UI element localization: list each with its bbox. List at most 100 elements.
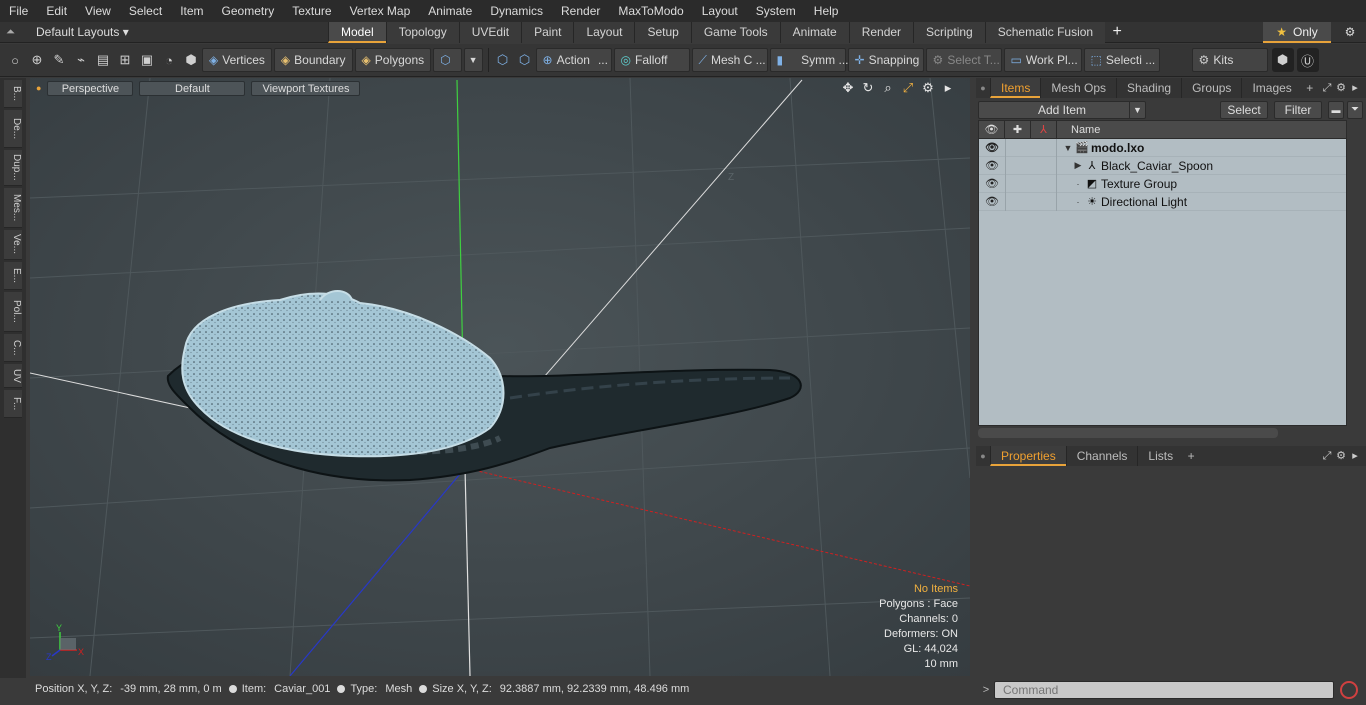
symmetry-shield-icon[interactable]: ⬡ [492,48,514,72]
bounding-icon[interactable]: ▣ [136,48,158,72]
expand-icon[interactable]: ⤢ [1320,78,1334,98]
view-mode-button[interactable]: Perspective [47,80,134,96]
viewport-menu-icon[interactable]: ▸ [938,80,958,96]
left-strip-tab-5[interactable]: E... [4,262,22,290]
tab-shading[interactable]: Shading [1116,78,1181,98]
tab-paint[interactable]: Paint [521,21,574,43]
menu-view[interactable]: View [76,0,120,22]
tab-scripting[interactable]: Scripting [913,21,985,43]
menu-animate[interactable]: Animate [419,0,481,22]
vertices-button[interactable]: ◈ Vertices [202,48,272,72]
layout-selector[interactable]: ⏶ Default Layouts ▾ [0,22,328,43]
expand-toggle-icon[interactable]: ▼ [1061,143,1075,153]
record-icon[interactable] [1340,681,1358,699]
items-menu-icon[interactable]: ▸ [1348,78,1362,98]
unity-icon[interactable]: ⬢ [1271,48,1294,72]
left-strip-tab-1[interactable]: De... [4,110,22,148]
left-strip-tab-9[interactable]: F... [4,390,22,418]
expand-toggle-icon[interactable]: ▶ [1071,160,1085,171]
visibility-eye-icon[interactable]: 👁 [979,195,1005,208]
tab-animate[interactable]: Animate [779,21,849,43]
select-through-button[interactable]: ⚙ Select T... [925,48,1002,72]
selection-sets-button[interactable]: ⬚ Selecti ... [1083,48,1160,72]
viewport-textures-button[interactable]: Viewport Textures [251,80,361,96]
tree-row[interactable]: 👁 ▶ ⅄ Black_Caviar_Spoon [979,156,1346,175]
action-center-button[interactable]: ⊕ Action... [535,48,612,72]
snapping-button[interactable]: ✛ Snapping [847,48,924,72]
gear-icon[interactable]: ⚙ [1338,22,1362,43]
left-strip-tab-3[interactable]: Mes... [4,188,22,228]
item-mode-button[interactable]: ⬡ [433,48,462,72]
menu-render[interactable]: Render [552,0,609,22]
menu-item[interactable]: Item [171,0,212,22]
tab-model[interactable]: Model [328,21,386,43]
brush-icon[interactable]: ⌁ [70,48,92,72]
add-item-button[interactable]: Add Item ▼ [978,101,1146,119]
select-button[interactable]: Select [1220,101,1268,119]
name-column-header[interactable]: Name [1057,124,1100,136]
tree-scrollbar[interactable] [978,428,1278,438]
command-input[interactable] [994,681,1334,699]
tab-topology[interactable]: Topology [385,21,459,43]
properties-menu-icon[interactable]: ▸ [1348,446,1362,466]
zoom-icon[interactable]: ⌕ [878,80,898,96]
collapse-icon[interactable]: ▬ [1328,101,1344,119]
tab-lists[interactable]: Lists [1137,446,1183,466]
align-icon[interactable]: ▤ [92,48,114,72]
tree-row[interactable]: 👁 ▼ 🎬 modo.lxo [979,138,1346,157]
globe-icon[interactable]: ⊕ [26,48,48,72]
center-icon[interactable]: ⊞ [114,48,136,72]
add-tab-button[interactable]: + [1105,22,1129,42]
tab-images[interactable]: Images [1241,78,1301,98]
falloff-button[interactable]: ◎ Falloff [613,48,690,72]
visibility-eye-icon[interactable]: 👁 [979,141,1005,154]
rotate-icon[interactable]: ↻ [858,80,878,96]
pan-icon[interactable]: ✥ [838,80,858,96]
tab-game-tools[interactable]: Game Tools [690,21,780,43]
left-strip-tab-6[interactable]: Pol... [4,292,22,332]
menu-maxtomodo[interactable]: MaxToModo [609,0,692,22]
menu-texture[interactable]: Texture [283,0,340,22]
expand-icon[interactable]: ⤢ [1320,446,1334,466]
items-gear-icon[interactable]: ⚙ [1334,78,1348,98]
pen-icon[interactable]: ✎ [48,48,70,72]
visibility-column-icon[interactable]: 👁 [979,120,1005,139]
menu-dynamics[interactable]: Dynamics [481,0,552,22]
chevron-down-icon[interactable]: ▼ [1129,102,1145,118]
tab-properties[interactable]: Properties [990,446,1066,466]
shading-mode-button[interactable]: Default [139,80,246,96]
lock-column-icon[interactable]: ✚ [1005,120,1031,139]
add-items-tab-button[interactable]: + [1302,81,1318,95]
tree-row[interactable]: 👁 · ☀ Directional Light [979,192,1346,211]
tab-groups[interactable]: Groups [1181,78,1241,98]
left-strip-tab-0[interactable]: B... [4,80,22,108]
left-strip-tab-7[interactable]: C... [4,334,22,362]
properties-gear-icon[interactable]: ⚙ [1334,446,1348,466]
tab-layout[interactable]: Layout [573,21,635,43]
unreal-icon[interactable]: Ⓤ [1296,48,1319,72]
left-strip-tab-8[interactable]: UV [4,364,22,388]
viewport-scene[interactable]: Z Y X Z [30,78,970,676]
menu-system[interactable]: System [747,0,805,22]
menu-file[interactable]: File [0,0,37,22]
left-strip-tab-4[interactable]: Ve... [4,230,22,260]
left-strip-tab-2[interactable]: Dup... [4,150,22,186]
menu-geometry[interactable]: Geometry [213,0,284,22]
menu-layout[interactable]: Layout [693,0,747,22]
viewport-dot-icon[interactable]: ● [36,83,41,93]
menu-edit[interactable]: Edit [37,0,76,22]
tab-uvedit[interactable]: UVEdit [458,21,522,43]
work-plane-button[interactable]: ▭ Work Pl... [1003,48,1082,72]
boundary-button[interactable]: ◈ Boundary [273,48,353,72]
visibility-eye-icon[interactable]: 👁 [979,177,1005,190]
funnel-icon[interactable]: ⏷ [1347,101,1363,119]
mesh-constraint-button[interactable]: ⟋ Mesh C ... [691,48,768,72]
tab-setup[interactable]: Setup [634,21,691,43]
axis-column-icon[interactable]: ⅄ [1031,120,1057,139]
only-toggle[interactable]: ★ Only [1263,22,1331,43]
pie-icon[interactable]: ◔ [158,48,180,72]
menu-vertex-map[interactable]: Vertex Map [341,0,420,22]
filter-button[interactable]: Filter [1274,101,1322,119]
tree-row[interactable]: 👁 · ◩ Texture Group [979,174,1346,193]
tab-render[interactable]: Render [848,21,914,43]
